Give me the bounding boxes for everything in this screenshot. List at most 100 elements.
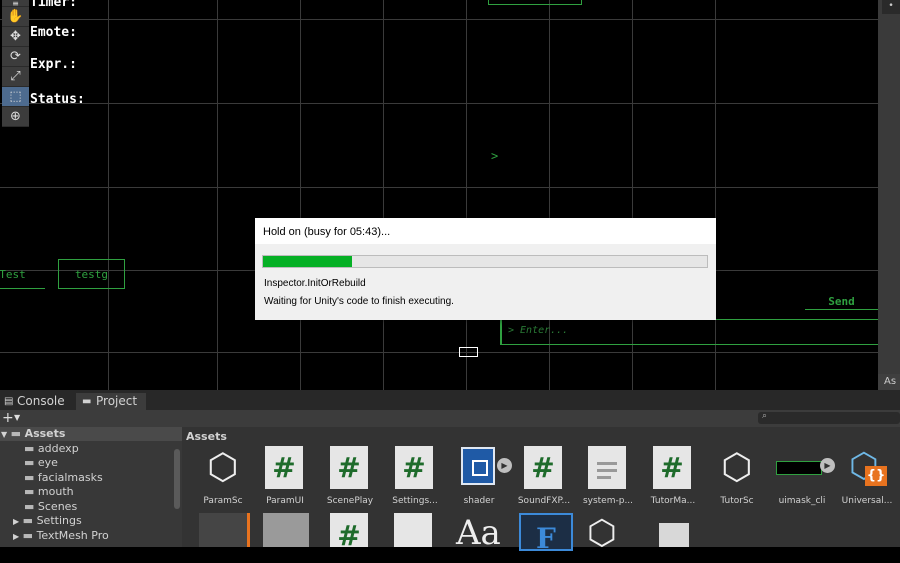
asset-partial-icon[interactable] <box>199 513 250 547</box>
csharp-script-icon: # <box>330 446 368 489</box>
rect-tool-icon[interactable]: ⬚ <box>2 87 29 107</box>
more-options-icon[interactable]: • <box>882 0 900 14</box>
grid-line <box>0 187 878 188</box>
inspector-strip: • As <box>878 0 900 390</box>
csharp-script-icon: # <box>395 446 433 489</box>
tab-project[interactable]: ▬ Project <box>76 393 146 410</box>
folder-icon: ▬ <box>24 500 35 513</box>
asset-soundfxp[interactable]: # SoundFXP... <box>509 437 579 507</box>
asset-partial-icon[interactable] <box>263 513 309 547</box>
folder-icon: ▬ <box>82 396 92 407</box>
testg-button[interactable]: testg <box>58 259 125 289</box>
text-line <box>597 476 611 479</box>
tree-item-label: Scenes <box>37 500 78 513</box>
tree-scrollbar[interactable] <box>174 449 180 509</box>
asset-uimask-cli[interactable]: ▶ uimask_cli <box>767 437 837 507</box>
font-asset-icon[interactable]: Aa <box>456 513 501 553</box>
asset-grid: Assets ⬡ ParamSc # ParamUI # ScenePlay #… <box>182 427 900 555</box>
hash-glyph: # <box>272 451 296 484</box>
hash-glyph: # <box>531 451 555 484</box>
toolbar-grip-icon[interactable]: ≡ <box>2 0 29 8</box>
search-input[interactable]: ⌕ <box>758 411 900 424</box>
shader-icon-inner <box>472 460 488 476</box>
tree-item-textmesh-pro[interactable]: ▶ ▬ TextMesh Pro <box>13 529 109 543</box>
hash-glyph: # <box>402 451 426 484</box>
text-file-icon[interactable] <box>394 513 432 547</box>
tree-item-addexp[interactable]: ▬ addexp <box>24 442 79 456</box>
asset-paramsc[interactable]: ⬡ ParamSc <box>188 437 258 507</box>
move-tool-icon[interactable]: ✥ <box>2 27 29 47</box>
csharp-script-icon[interactable]: # <box>330 513 368 552</box>
grid-line <box>0 103 878 104</box>
progress-bar <box>262 255 708 268</box>
tab-console[interactable]: ▤ Console <box>0 393 70 410</box>
folder-icon: ▬ <box>22 514 34 527</box>
asset-sceneplay[interactable]: # ScenePlay <box>315 437 385 507</box>
add-dropdown-icon[interactable]: ▼ <box>14 411 20 425</box>
asset-shader[interactable]: ▶ shader <box>444 437 514 507</box>
folder-icon: ▬ <box>24 456 35 469</box>
transform-tool-icon[interactable]: ⊕ <box>2 107 29 127</box>
unity-cube-icon: ⬡ <box>721 447 753 488</box>
chat-input-placeholder: > Enter... <box>508 325 569 336</box>
scene-view[interactable]: Timer: Emote: Expr.: Status: > Test test… <box>0 0 878 390</box>
shader-icon <box>461 447 495 485</box>
asset-settings[interactable]: # Settings... <box>380 437 450 507</box>
tree-item-label: facialmasks <box>37 471 103 484</box>
asset-label: ParamSc <box>203 496 243 506</box>
grid-line <box>0 19 878 20</box>
tree-item-eye[interactable]: ▬ eye <box>24 456 58 470</box>
ui-box <box>488 0 582 5</box>
asset-label: TutorSc <box>720 496 754 506</box>
unity-cube-icon[interactable]: ⬡ <box>587 513 617 553</box>
asset-paramui[interactable]: # ParamUI <box>250 437 320 507</box>
chat-input[interactable]: > Enter... <box>500 319 878 345</box>
asset-tutorsc[interactable]: ⬡ TutorSc <box>702 437 772 507</box>
grid-line <box>383 0 384 390</box>
tree-item-settings[interactable]: ▶ ▬ Settings <box>13 514 82 528</box>
dialog-title: Hold on (busy for 05:43)... <box>255 218 716 244</box>
rect-handle[interactable] <box>459 347 478 357</box>
progress-fill <box>263 256 352 267</box>
folder-icon: ▬ <box>24 442 35 455</box>
tree-item-facialmasks[interactable]: ▬ facialmasks <box>24 471 103 485</box>
panel-tabs: ▤ Console ▬ Project <box>0 390 900 410</box>
tree-item-scenes[interactable]: ▬ Scenes <box>24 500 77 514</box>
rotate-tool-icon[interactable]: ⟳ <box>2 47 29 67</box>
csharp-script-icon: # <box>653 446 691 489</box>
text-file-icon <box>588 446 626 489</box>
folder-icon: ▬ <box>10 427 22 440</box>
tree-item-label: TextMesh Pro <box>36 529 109 542</box>
asset-label: Universal... <box>841 496 893 506</box>
asset-label: shader <box>463 496 495 506</box>
send-button[interactable]: Send <box>805 293 878 310</box>
asset-label: TutorMa... <box>650 496 696 506</box>
asset-partial-icon[interactable] <box>659 523 689 547</box>
scale-tool-icon[interactable]: ⤢ <box>2 67 29 87</box>
testg-button-label: testg <box>74 268 109 281</box>
add-button[interactable]: + <box>2 410 14 426</box>
mask-icon <box>776 461 822 475</box>
test-button[interactable]: Test <box>0 259 45 289</box>
hand-tool-icon[interactable]: ✋ <box>2 7 29 27</box>
asset-tutorma[interactable]: # TutorMa... <box>638 437 708 507</box>
dialog-message: Waiting for Unity's code to finish execu… <box>264 296 454 307</box>
tab-project-label: Project <box>96 394 138 408</box>
asset-label: Settings... <box>392 496 438 506</box>
asset-label: system-p... <box>582 496 634 506</box>
chevron-right-icon: ▶ <box>13 517 20 526</box>
folder-tree: ▼ ▬ Assets ▬ addexp ▬ eye ▬ facialmasks … <box>0 427 182 547</box>
grid-line <box>108 0 109 390</box>
tree-item-mouth[interactable]: ▬ mouth <box>24 485 74 499</box>
asset-system-p[interactable]: system-p... <box>573 437 643 507</box>
tree-item-label: Assets <box>24 427 66 440</box>
asset-universal[interactable]: ⬡ {} Universal... <box>832 437 900 507</box>
test-button-label: Test <box>0 268 26 281</box>
folder-icon: ▬ <box>24 485 35 498</box>
tree-item-assets[interactable]: ▼ ▬ Assets <box>1 427 65 441</box>
asset-label: ScenePlay <box>326 496 374 506</box>
dialog-task: Inspector.InitOrRebuild <box>264 278 366 289</box>
font-asset-icon[interactable]: F <box>519 513 573 555</box>
assets-label-right: As <box>878 374 900 390</box>
tree-item-label: Settings <box>36 514 82 527</box>
